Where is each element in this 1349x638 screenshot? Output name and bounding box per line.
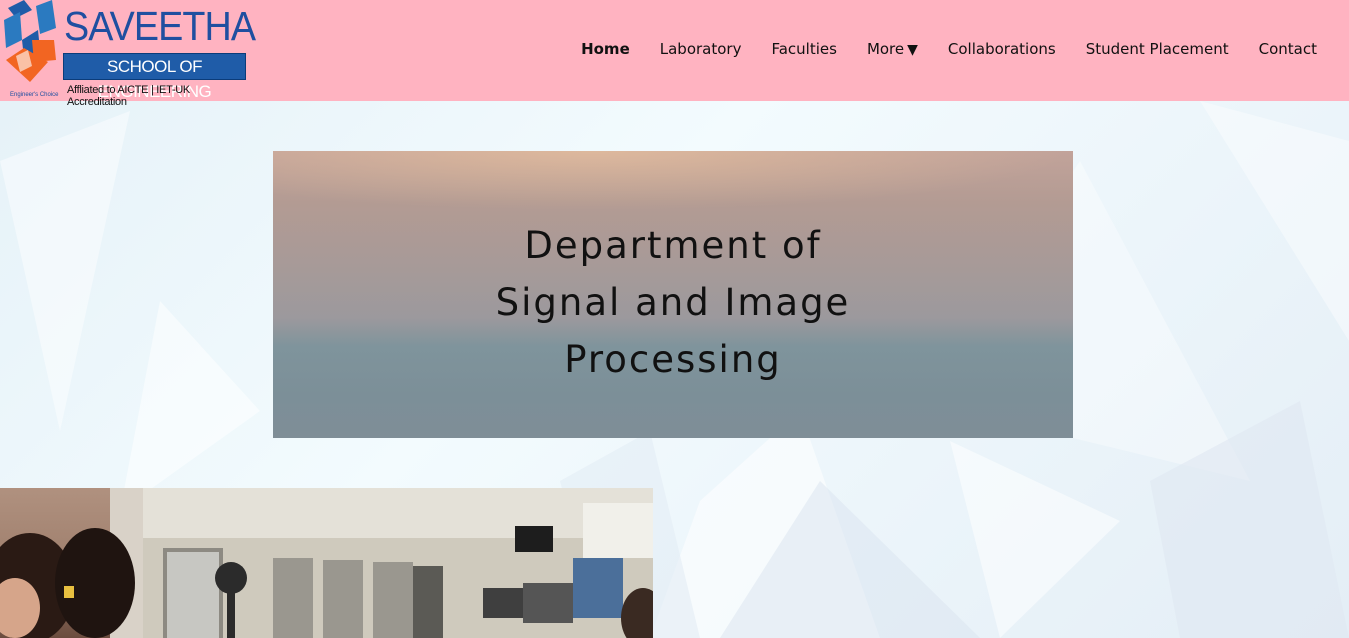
nav-student-placement[interactable]: Student Placement [1086,40,1229,58]
logo-accreditation: Affliated to AICTE | IET-UK Accreditatio… [67,84,190,108]
nav-home[interactable]: Home [581,40,630,58]
nav-laboratory[interactable]: Laboratory [660,40,742,58]
banner-title: Department of Signal and Image Processin… [273,217,1073,388]
banner-line-1: Department of [524,224,822,267]
main-nav: Home Laboratory Faculties More ▼ Collabor… [551,40,1317,58]
nav-more-label: More [866,40,905,58]
laboratory-photo [143,488,653,638]
logo-emblem-icon [4,0,56,82]
caret-down-icon: ▼ [907,42,918,58]
nav-collaborations[interactable]: Collaborations [948,40,1056,58]
logo-title: SAVEETHA [64,3,256,49]
banner-line-3: Processing [564,338,782,381]
nav-contact[interactable]: Contact [1259,40,1317,58]
logo-tagline: Engineer's Choice [10,92,59,98]
logo-subtitle: SCHOOL OF ENGINEERING [63,53,246,101]
nav-faculties[interactable]: Faculties [771,40,836,58]
nav-more-dropdown[interactable]: More ▼ [867,40,918,58]
site-header: SAVEETHA SCHOOL OF ENGINEERING Affliated… [0,0,1349,108]
department-banner: Department of Signal and Image Processin… [273,151,1073,438]
site-logo[interactable]: SAVEETHA SCHOOL OF ENGINEERING Affliated… [0,0,256,108]
banner-line-2: Signal and Image [495,281,851,324]
students-photo [0,488,143,638]
